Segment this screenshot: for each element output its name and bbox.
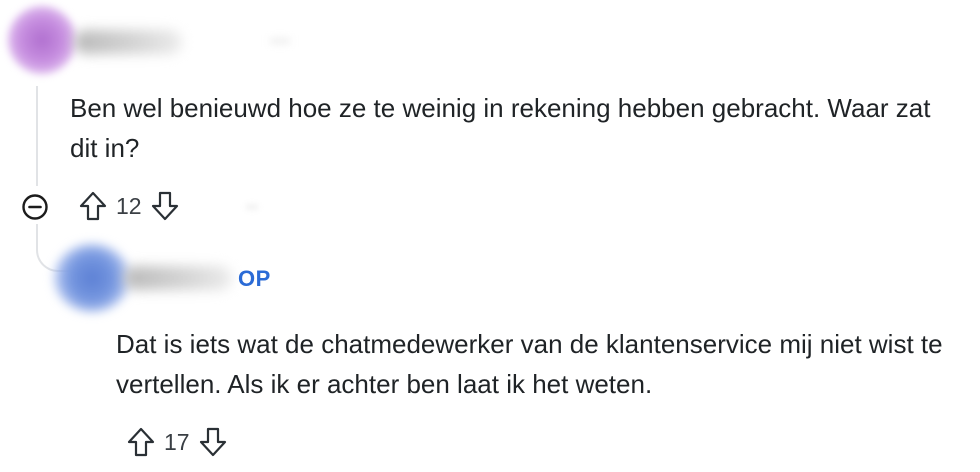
vote-bar: 12 — [76, 186, 182, 226]
username-redacted[interactable] — [74, 30, 182, 54]
collapse-thread-button[interactable] — [20, 192, 50, 222]
upvote-button[interactable] — [124, 424, 158, 460]
downvote-button[interactable] — [148, 188, 182, 224]
comment-body: Dat is iets wat de chatmedewerker van de… — [116, 329, 943, 399]
thread-line — [36, 86, 38, 186]
downvote-button[interactable] — [196, 424, 230, 460]
action-redacted — [246, 204, 258, 210]
vote-count: 17 — [164, 428, 190, 455]
vote-bar: 17 — [124, 422, 230, 462]
arrow-down-icon — [151, 191, 178, 221]
arrow-up-icon — [127, 427, 155, 457]
op-badge: OP — [238, 266, 271, 291]
upvote-button[interactable] — [76, 188, 110, 224]
avatar[interactable] — [8, 6, 76, 74]
arrow-up-icon — [79, 191, 107, 221]
minus-circle-icon — [22, 194, 48, 220]
avatar[interactable] — [54, 244, 130, 312]
comment-body: Ben wel benieuwd hoe ze te weinig in rek… — [70, 93, 931, 163]
comment-meta-redacted — [270, 38, 290, 44]
username-redacted[interactable] — [124, 266, 232, 290]
vote-count: 12 — [116, 192, 142, 219]
arrow-down-icon — [199, 427, 226, 457]
